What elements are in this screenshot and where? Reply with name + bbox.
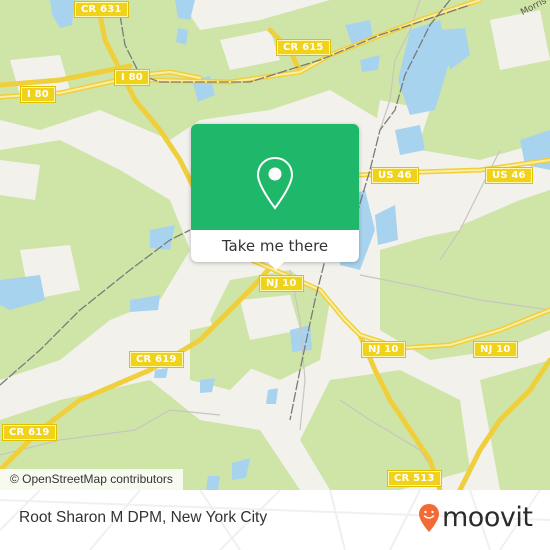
take-me-there-button[interactable]: Take me there <box>191 230 359 262</box>
road-label-cr615: CR 615 <box>276 39 331 56</box>
road-label-cr619: CR 619 <box>2 424 57 441</box>
road-label-nj10: NJ 10 <box>473 341 518 358</box>
road-label-cr513: CR 513 <box>387 470 442 487</box>
popup-pointer <box>267 261 285 270</box>
map[interactable]: CR 631 I 80 I 80 CR 615 US 46 US 46 NJ 1… <box>0 0 550 490</box>
moovit-logo[interactable]: moovit <box>418 502 533 533</box>
road-label-us46: US 46 <box>371 167 419 184</box>
map-attribution[interactable]: © OpenStreetMap contributors <box>0 469 183 490</box>
road-label-us46: US 46 <box>485 167 533 184</box>
footer: Root Sharon M DPM, New York City moovit <box>0 490 550 550</box>
road-label-i80: I 80 <box>20 86 56 103</box>
road-label-nj10: NJ 10 <box>259 275 304 292</box>
moovit-pin-smile-icon <box>419 504 439 532</box>
road-label-i80: I 80 <box>114 69 150 86</box>
road-label-cr619: CR 619 <box>129 351 184 368</box>
location-pin-icon <box>256 156 294 210</box>
location-popup: Take me there <box>191 124 359 270</box>
moovit-wordmark: moovit <box>442 502 533 533</box>
place-title: Root Sharon M DPM, New York City <box>19 509 268 526</box>
road-label-nj10: NJ 10 <box>361 341 406 358</box>
road-label-cr631: CR 631 <box>74 1 129 18</box>
